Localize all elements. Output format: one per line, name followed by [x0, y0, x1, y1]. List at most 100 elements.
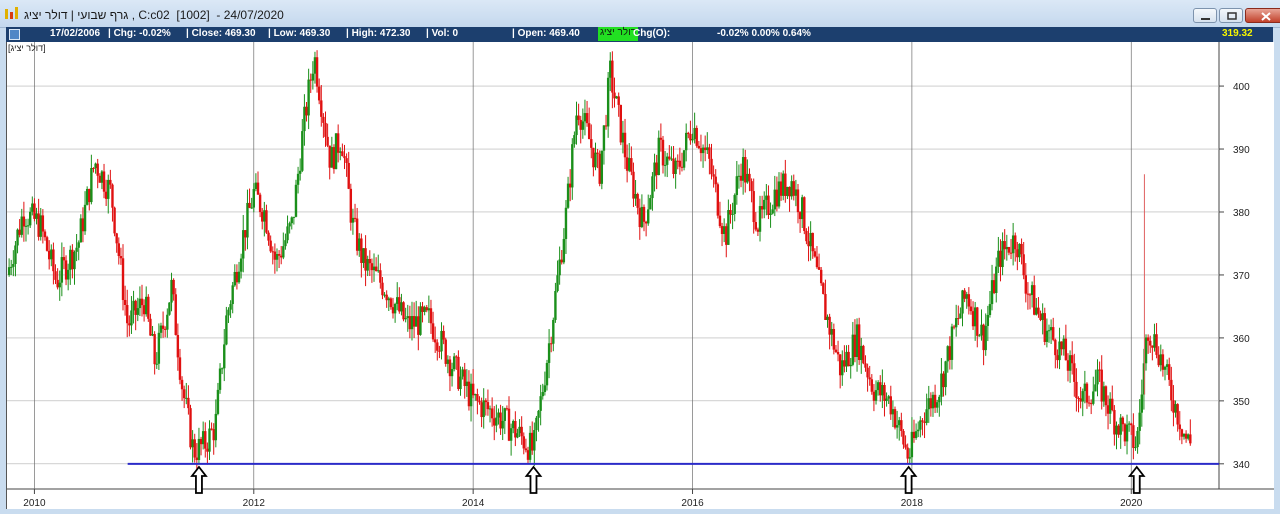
x-tick-label: 2016: [681, 498, 704, 509]
candle-body: [526, 450, 530, 460]
candle-body: [583, 113, 587, 122]
candle-body: [1035, 307, 1038, 315]
candle-body: [765, 195, 768, 200]
candle-body: [427, 308, 431, 311]
candle-body: [509, 428, 513, 441]
candle-body: [1070, 355, 1074, 364]
candle-body: [1106, 405, 1110, 414]
candle-body: [632, 171, 635, 199]
candle-body: [298, 170, 302, 174]
candle-body: [725, 226, 728, 245]
candle-body: [788, 186, 791, 197]
candle-body: [85, 188, 89, 205]
candle-body: [737, 175, 741, 177]
candle-body: [914, 431, 918, 439]
candle-body: [647, 209, 650, 224]
candle-body: [1140, 394, 1143, 413]
candle-body: [931, 394, 935, 409]
chart-menu-icon[interactable]: [9, 29, 20, 40]
candle-body: [999, 250, 1002, 268]
candle-body: [349, 188, 353, 223]
candle-body: [864, 363, 867, 368]
candle-body: [613, 92, 616, 99]
candle-body: [1176, 404, 1179, 425]
candle-body: [566, 183, 570, 208]
candle-body: [1020, 243, 1023, 255]
candle-body: [819, 269, 823, 284]
candle-body: [908, 457, 911, 459]
candle-body: [600, 150, 604, 184]
candle-body: [1089, 403, 1093, 405]
candle-body: [954, 318, 958, 328]
candle-body: [1014, 235, 1017, 250]
candle-body: [294, 184, 298, 217]
minimize-button[interactable]: [1193, 8, 1217, 23]
candle-body: [697, 145, 701, 149]
candle-body: [360, 238, 363, 263]
candle-body: [149, 318, 152, 336]
candle-body: [56, 279, 59, 288]
candle-body: [64, 260, 68, 280]
candle-body: [336, 133, 340, 153]
candle-body: [1136, 430, 1139, 448]
candle-body: [1018, 243, 1021, 258]
candle-body: [98, 175, 102, 183]
candle-body: [1054, 339, 1057, 356]
candle-body: [499, 412, 502, 429]
candle-body: [88, 188, 91, 203]
candle-body: [467, 381, 471, 407]
candle-body: [126, 305, 129, 324]
candle-body: [680, 166, 684, 168]
candle-body: [1108, 398, 1112, 414]
candle-body: [1024, 275, 1027, 294]
candle-body: [406, 316, 409, 319]
candle-body: [1132, 425, 1135, 448]
candle-body: [661, 139, 665, 166]
candle-body: [50, 249, 53, 260]
candle-body: [986, 314, 990, 326]
window-titlebar: גרף שבועי | דולר יציג , C:c02 [1002] - 2…: [0, 0, 1280, 28]
candle-body: [961, 290, 964, 314]
candle-body: [474, 394, 477, 396]
candle-body: [1045, 330, 1049, 342]
quote-infobar: 17/02/2006 | Chg: -0.02% | Close: 469.30…: [6, 27, 1273, 42]
candle-body: [157, 332, 161, 364]
candle-body: [417, 316, 420, 335]
candle-body: [1060, 341, 1063, 350]
candle-body: [512, 421, 515, 429]
candle-body: [303, 106, 306, 132]
candle-body: [284, 240, 287, 247]
candle-body: [47, 250, 51, 260]
candle-body: [946, 346, 949, 362]
candle-body: [801, 197, 804, 220]
candle-body: [130, 310, 133, 326]
candle-body: [938, 396, 941, 403]
candle-body: [440, 330, 443, 352]
candle-body: [628, 158, 631, 171]
candle-body: [372, 266, 376, 271]
maximize-button[interactable]: [1219, 8, 1243, 23]
candle-body: [710, 158, 713, 175]
candle-body: [1022, 254, 1025, 276]
candle-body: [752, 191, 755, 223]
candle-body: [912, 431, 916, 439]
candle-body: [733, 195, 736, 214]
candle-body: [469, 383, 473, 407]
candle-body: [798, 212, 802, 220]
candle-body: [41, 215, 45, 232]
price-chart[interactable]: 340 350 360 370 380 390 400 2010 2012 2014 2016 201…: [7, 42, 1274, 509]
candle-body: [58, 282, 61, 288]
close-button[interactable]: [1245, 8, 1280, 23]
candle-body: [60, 257, 64, 283]
candle-body: [387, 298, 390, 301]
candle-body: [933, 394, 937, 408]
candle-body: [1151, 345, 1154, 348]
candle-body: [885, 398, 888, 401]
candle-body: [305, 106, 308, 116]
candle-body: [136, 308, 139, 315]
candle-body: [444, 339, 447, 364]
candle-body: [20, 216, 23, 235]
candle-body: [227, 309, 230, 316]
candle-body: [1056, 355, 1059, 361]
window-title: גרף שבועי | דולר יציג , C:c02 [1002] - 2…: [24, 8, 284, 22]
